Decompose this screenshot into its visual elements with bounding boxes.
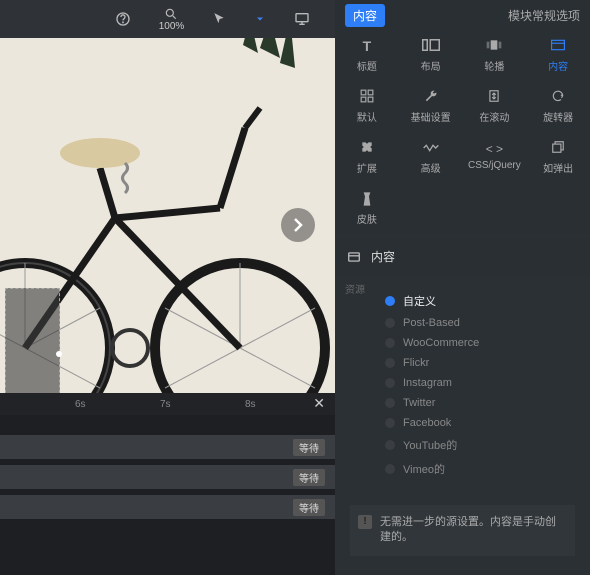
option-label: Twitter <box>403 397 435 409</box>
source-label: 资源 <box>345 281 365 296</box>
tab-label: 扩展 <box>357 160 377 175</box>
option-label: Facebook <box>403 417 451 429</box>
option-label: Flickr <box>403 357 429 369</box>
tab-高级[interactable]: 高级 <box>399 132 463 183</box>
tab-label: 默认 <box>357 109 377 124</box>
option-label: YouTube的 <box>403 437 457 453</box>
option-label: WooCommerce <box>403 337 479 349</box>
close-icon[interactable]: ✕ <box>313 395 325 412</box>
source-option[interactable]: 自定义 <box>385 289 580 313</box>
desktop-icon[interactable] <box>294 11 310 27</box>
info-icon: ! <box>358 515 372 529</box>
tab-label: 如弹出 <box>543 160 573 175</box>
option-label: 自定义 <box>403 293 436 309</box>
timeline-tracks[interactable]: 等待 等待 等待 <box>0 415 335 575</box>
source-option[interactable]: Post-Based <box>385 313 580 333</box>
radio-icon <box>385 338 395 348</box>
code-icon: < > <box>486 140 503 156</box>
panel-title-pill[interactable]: 内容 <box>345 4 385 27</box>
puzzle-icon <box>360 140 374 156</box>
zoom-tool[interactable]: 100% <box>159 7 185 32</box>
source-option[interactable]: YouTube的 <box>385 433 580 457</box>
radio-icon <box>385 398 395 408</box>
tab-label: 基础设置 <box>411 109 451 124</box>
radio-icon <box>385 440 395 450</box>
tab-标题[interactable]: T 标题 <box>335 30 399 81</box>
section-header-content[interactable]: 内容 <box>335 238 590 275</box>
pointer-tool[interactable] <box>212 12 226 26</box>
dropdown-tool[interactable] <box>254 13 266 25</box>
wrench-icon <box>424 89 438 105</box>
carousel-icon <box>486 38 502 54</box>
zoom-label: 100% <box>159 21 185 32</box>
info-text: 无需进一步的源设置。内容是手动创建的。 <box>380 516 556 543</box>
timeline-ruler[interactable]: 6s 7s 8s ✕ <box>0 393 335 415</box>
tab-label: 标题 <box>357 58 377 73</box>
tab-label: CSS/jQuery <box>468 160 521 171</box>
radio-icon <box>385 418 395 428</box>
tab-label: 旋转器 <box>543 109 573 124</box>
tab-基础设置[interactable]: 基础设置 <box>399 81 463 132</box>
track-badge: 等待 <box>293 469 325 486</box>
source-option[interactable]: Facebook <box>385 413 580 433</box>
scroll-icon <box>487 89 501 105</box>
tab-label: 轮播 <box>484 58 504 73</box>
layout-icon <box>422 38 440 54</box>
tab-默认[interactable]: 默认 <box>335 81 399 132</box>
tab-label: 皮肤 <box>357 211 377 226</box>
radio-icon <box>385 296 395 306</box>
source-option[interactable]: Vimeo的 <box>385 457 580 481</box>
grid-icon <box>360 89 374 105</box>
radio-icon <box>385 378 395 388</box>
tab-在滚动[interactable]: 在滚动 <box>463 81 527 132</box>
track-badge: 等待 <box>293 439 325 456</box>
option-label: Post-Based <box>403 317 460 329</box>
tab-扩展[interactable]: 扩展 <box>335 132 399 183</box>
content-icon <box>551 38 565 54</box>
tab-皮肤[interactable]: 皮肤 <box>335 183 399 234</box>
track-badge: 等待 <box>293 499 325 516</box>
option-label: Instagram <box>403 377 452 389</box>
canvas[interactable] <box>0 38 335 393</box>
radio-icon <box>385 358 395 368</box>
source-option[interactable]: Instagram <box>385 373 580 393</box>
tab-label: 布局 <box>421 58 441 73</box>
tab-如弹出[interactable]: 如弹出 <box>526 132 590 183</box>
T-icon: T <box>363 38 372 54</box>
tab-label: 内容 <box>548 58 568 73</box>
track-row[interactable]: 等待 <box>0 465 335 489</box>
info-box: ! 无需进一步的源设置。内容是手动创建的。 <box>350 505 575 556</box>
radio-icon <box>385 318 395 328</box>
source-option[interactable]: WooCommerce <box>385 333 580 353</box>
track-row[interactable]: 等待 <box>0 435 335 459</box>
tab-grid: T 标题 布局 轮播 内容默认 基础设置 在滚动 旋转器扩展 高级 < > CSS/jQuery 如弹… <box>335 30 590 234</box>
spinner-icon <box>551 89 565 105</box>
wave-icon <box>423 140 439 156</box>
radio-icon <box>385 464 395 474</box>
tab-CSS/jQuery[interactable]: < > CSS/jQuery <box>463 132 527 183</box>
tab-label: 高级 <box>421 160 441 175</box>
skin-icon <box>361 191 373 207</box>
section-title: 内容 <box>371 248 395 265</box>
panel-subtitle: 模块常规选项 <box>508 7 580 24</box>
help-icon[interactable] <box>115 11 131 27</box>
tab-内容[interactable]: 内容 <box>526 30 590 81</box>
tab-label: 在滚动 <box>479 109 509 124</box>
tab-旋转器[interactable]: 旋转器 <box>526 81 590 132</box>
tab-布局[interactable]: 布局 <box>399 30 463 81</box>
popup-icon <box>551 140 565 156</box>
tab-轮播[interactable]: 轮播 <box>463 30 527 81</box>
selection-box[interactable] <box>5 288 60 393</box>
track-row[interactable]: 等待 <box>0 495 335 519</box>
source-options: 资源 自定义 Post-Based WooCommerce Flickr Instagr… <box>335 275 590 495</box>
source-option[interactable]: Flickr <box>385 353 580 373</box>
content-section-icon <box>347 250 361 264</box>
option-label: Vimeo的 <box>403 461 445 477</box>
source-option[interactable]: Twitter <box>385 393 580 413</box>
